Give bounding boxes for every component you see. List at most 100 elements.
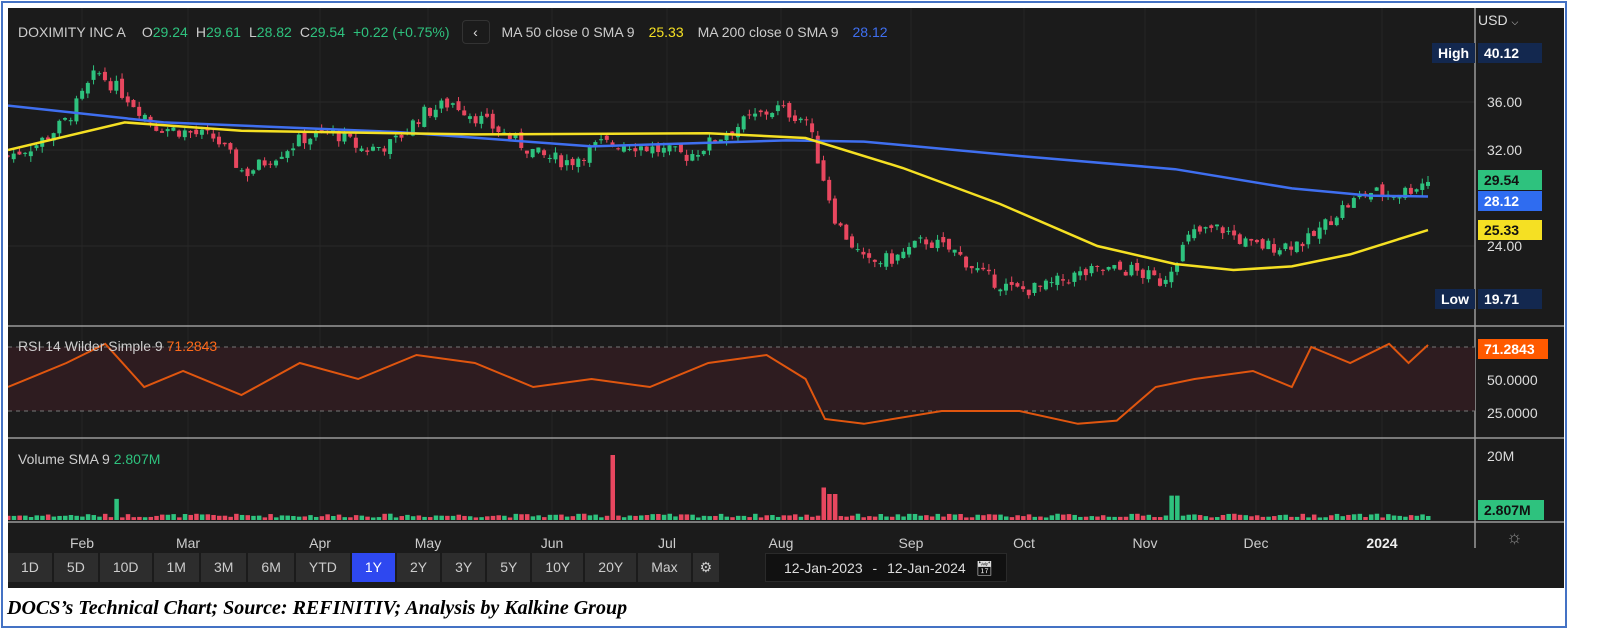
range-button-20y[interactable]: 20Y	[585, 553, 637, 582]
volume-bar	[998, 514, 1003, 520]
volume-bar	[405, 514, 410, 520]
candle-body	[1100, 269, 1105, 271]
rsi-band	[8, 347, 1475, 411]
collapse-legend-button[interactable]: ‹	[461, 20, 490, 44]
volume-bar	[599, 517, 604, 520]
range-button-10d[interactable]: 10D	[99, 553, 152, 582]
volume-bar	[11, 515, 17, 520]
volume-bar	[1049, 515, 1055, 520]
range-button-5d[interactable]: 5D	[53, 553, 98, 582]
volume-bar	[724, 516, 730, 520]
change-value: +0.22 (+0.75%)	[353, 24, 450, 40]
candle-body	[1009, 282, 1014, 285]
candle-body	[114, 80, 119, 91]
ma200-tag: 28.12	[1478, 191, 1542, 211]
volume-bar	[661, 514, 667, 520]
candle-body	[992, 274, 997, 288]
volume-bar	[1311, 514, 1317, 520]
candle-body	[810, 123, 815, 133]
candle-body	[770, 113, 775, 118]
volume-bar	[616, 515, 621, 520]
volume-bar	[291, 516, 296, 520]
chart-canvas[interactable]	[8, 8, 1564, 588]
volume-bar	[45, 514, 51, 520]
candle-body	[359, 148, 364, 152]
volume-bar	[633, 515, 638, 520]
range-button-2y[interactable]: 2Y	[396, 553, 441, 582]
candle-body	[188, 130, 193, 133]
range-button-max[interactable]: Max	[638, 553, 691, 582]
candle-body	[422, 106, 427, 127]
volume-bar	[581, 513, 587, 520]
range-button-5y[interactable]: 5Y	[487, 553, 531, 582]
candle-body	[661, 147, 666, 153]
volume-bar	[28, 517, 34, 520]
volume-bar	[23, 515, 28, 520]
volume-bar	[1203, 516, 1209, 520]
candle-body	[901, 251, 906, 259]
candle-body	[1123, 271, 1128, 276]
candle-body	[445, 98, 450, 108]
candle-body	[102, 71, 107, 81]
volume-bar	[268, 514, 273, 520]
volume-bar	[964, 517, 969, 520]
range-button-1y[interactable]: 1Y	[351, 553, 395, 582]
ma50-label[interactable]: MA 50 close 0 SMA 9	[502, 24, 635, 40]
volume-bar	[1123, 516, 1129, 520]
candle-body	[1146, 270, 1151, 280]
candle-body	[559, 155, 564, 168]
currency-selector[interactable]: USD ⌵	[1478, 12, 1518, 28]
price-tick: 32.00	[1487, 142, 1523, 158]
candle-body	[302, 133, 307, 144]
date-separator: -	[872, 560, 878, 576]
candle-body	[1095, 265, 1100, 267]
volume-bar	[587, 515, 593, 520]
candle-body	[80, 90, 85, 99]
range-button-1m[interactable]: 1M	[153, 553, 199, 582]
volume-bar	[1289, 516, 1294, 520]
price-tick: 36.00	[1487, 94, 1523, 110]
volume-bar	[1152, 517, 1157, 520]
candle-body	[485, 113, 490, 117]
volume-bar	[901, 516, 906, 520]
candle-body	[690, 154, 695, 161]
candle-body	[724, 134, 729, 141]
candle-body	[553, 152, 558, 160]
volume-bar	[861, 517, 866, 520]
volume-bar	[1015, 515, 1020, 520]
volume-bar	[844, 516, 849, 520]
volume-bar	[165, 514, 171, 520]
volume-bar	[502, 515, 507, 520]
candle-body	[1118, 261, 1123, 270]
volume-bar	[593, 514, 598, 520]
x-axis-month-label: Feb	[69, 535, 95, 551]
ma200-label[interactable]: MA 200 close 0 SMA 9	[698, 24, 839, 40]
theme-toggle-icon[interactable]: ☼	[1506, 527, 1523, 548]
candle-body	[1414, 189, 1419, 192]
candle-body	[1203, 227, 1208, 229]
candle-body	[1043, 280, 1048, 290]
date-range-picker[interactable]: 12-Jan-2023 - 12-Jan-2024 📅︎	[765, 553, 1007, 582]
volume-bar	[1061, 514, 1066, 520]
candle-body	[1289, 246, 1294, 250]
candle-body	[547, 157, 552, 159]
candle-body	[536, 147, 541, 153]
volume-bar	[159, 514, 165, 520]
ma50-line	[8, 121, 1429, 272]
range-button-6m[interactable]: 6M	[248, 553, 294, 582]
range-button-1d[interactable]: 1D	[8, 553, 52, 582]
volume-bar	[730, 517, 735, 520]
candle-body	[262, 160, 267, 166]
candle-body	[747, 114, 752, 116]
volume-bar	[388, 513, 393, 520]
candle-body	[416, 122, 421, 124]
volume-bar	[929, 516, 935, 520]
volume-bar	[969, 517, 975, 520]
range-button-3y[interactable]: 3Y	[442, 553, 486, 582]
volume-bar	[781, 515, 787, 520]
open-value: 29.24	[152, 24, 188, 40]
range-button-ytd[interactable]: YTD	[295, 553, 350, 582]
range-button-3m[interactable]: 3M	[200, 553, 247, 582]
range-button-10y[interactable]: 10Y	[532, 553, 584, 582]
settings-gear-icon[interactable]: ⚙	[692, 553, 720, 582]
